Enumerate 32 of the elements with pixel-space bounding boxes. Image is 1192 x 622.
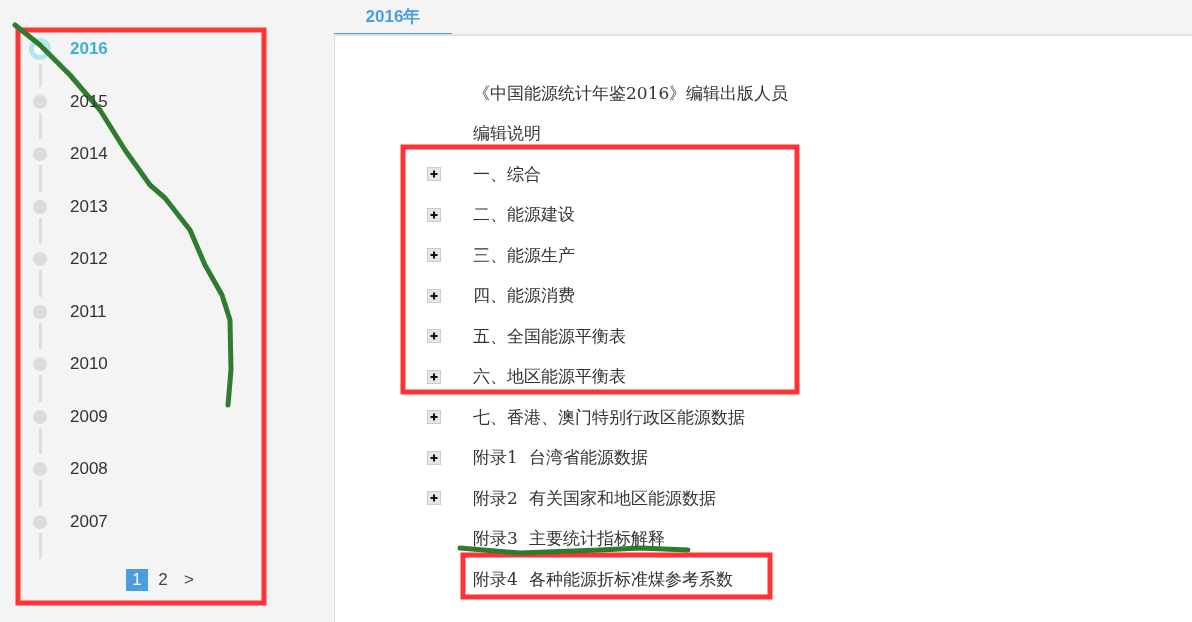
expand-icon[interactable]: [427, 248, 441, 263]
contents-link[interactable]: 五、全国能源平衡表: [473, 324, 626, 348]
expand-icon[interactable]: [427, 369, 441, 384]
page-button[interactable]: >: [178, 569, 200, 591]
contents-link[interactable]: 附录3 主要统计指标解释: [473, 527, 665, 551]
expand-icon[interactable]: [427, 207, 441, 222]
contents-link[interactable]: 附录1 台湾省能源数据: [473, 446, 648, 470]
year-link[interactable]: 2010: [70, 351, 108, 404]
contents-link[interactable]: 四、能源消费: [473, 284, 575, 308]
contents-link[interactable]: 编辑说明: [473, 122, 541, 146]
contents-link[interactable]: 六、地区能源平衡表: [473, 365, 626, 389]
contents-link[interactable]: 三、能源生产: [473, 243, 575, 267]
expand-icon[interactable]: [427, 491, 441, 506]
expand-icon[interactable]: [427, 410, 441, 425]
year-link[interactable]: 2007: [70, 508, 108, 561]
contents-link[interactable]: 《中国能源统计年鉴2016》编辑出版人员: [473, 81, 789, 105]
contents-link[interactable]: 七、香港、澳门特别行政区能源数据: [473, 405, 745, 429]
year-link[interactable]: 2008: [70, 456, 108, 509]
expand-icon[interactable]: [427, 167, 441, 182]
contents-link[interactable]: 二、能源建设: [473, 203, 575, 227]
contents-link[interactable]: 一、综合: [473, 162, 541, 186]
expand-icon[interactable]: [427, 329, 441, 344]
year-link[interactable]: 2011: [70, 298, 107, 351]
year-link[interactable]: 2014: [70, 141, 108, 194]
year-link[interactable]: 2013: [70, 193, 108, 246]
page-button[interactable]: 2: [152, 569, 174, 591]
contents-link[interactable]: 附录2 有关国家和地区能源数据: [473, 486, 716, 510]
year-link[interactable]: 2009: [70, 403, 108, 456]
contents-link[interactable]: 附录4 各种能源折标准煤参考系数: [473, 567, 733, 591]
expand-icon[interactable]: [427, 288, 441, 303]
expand-icon[interactable]: [427, 450, 441, 465]
year-link[interactable]: 2012: [70, 246, 108, 299]
